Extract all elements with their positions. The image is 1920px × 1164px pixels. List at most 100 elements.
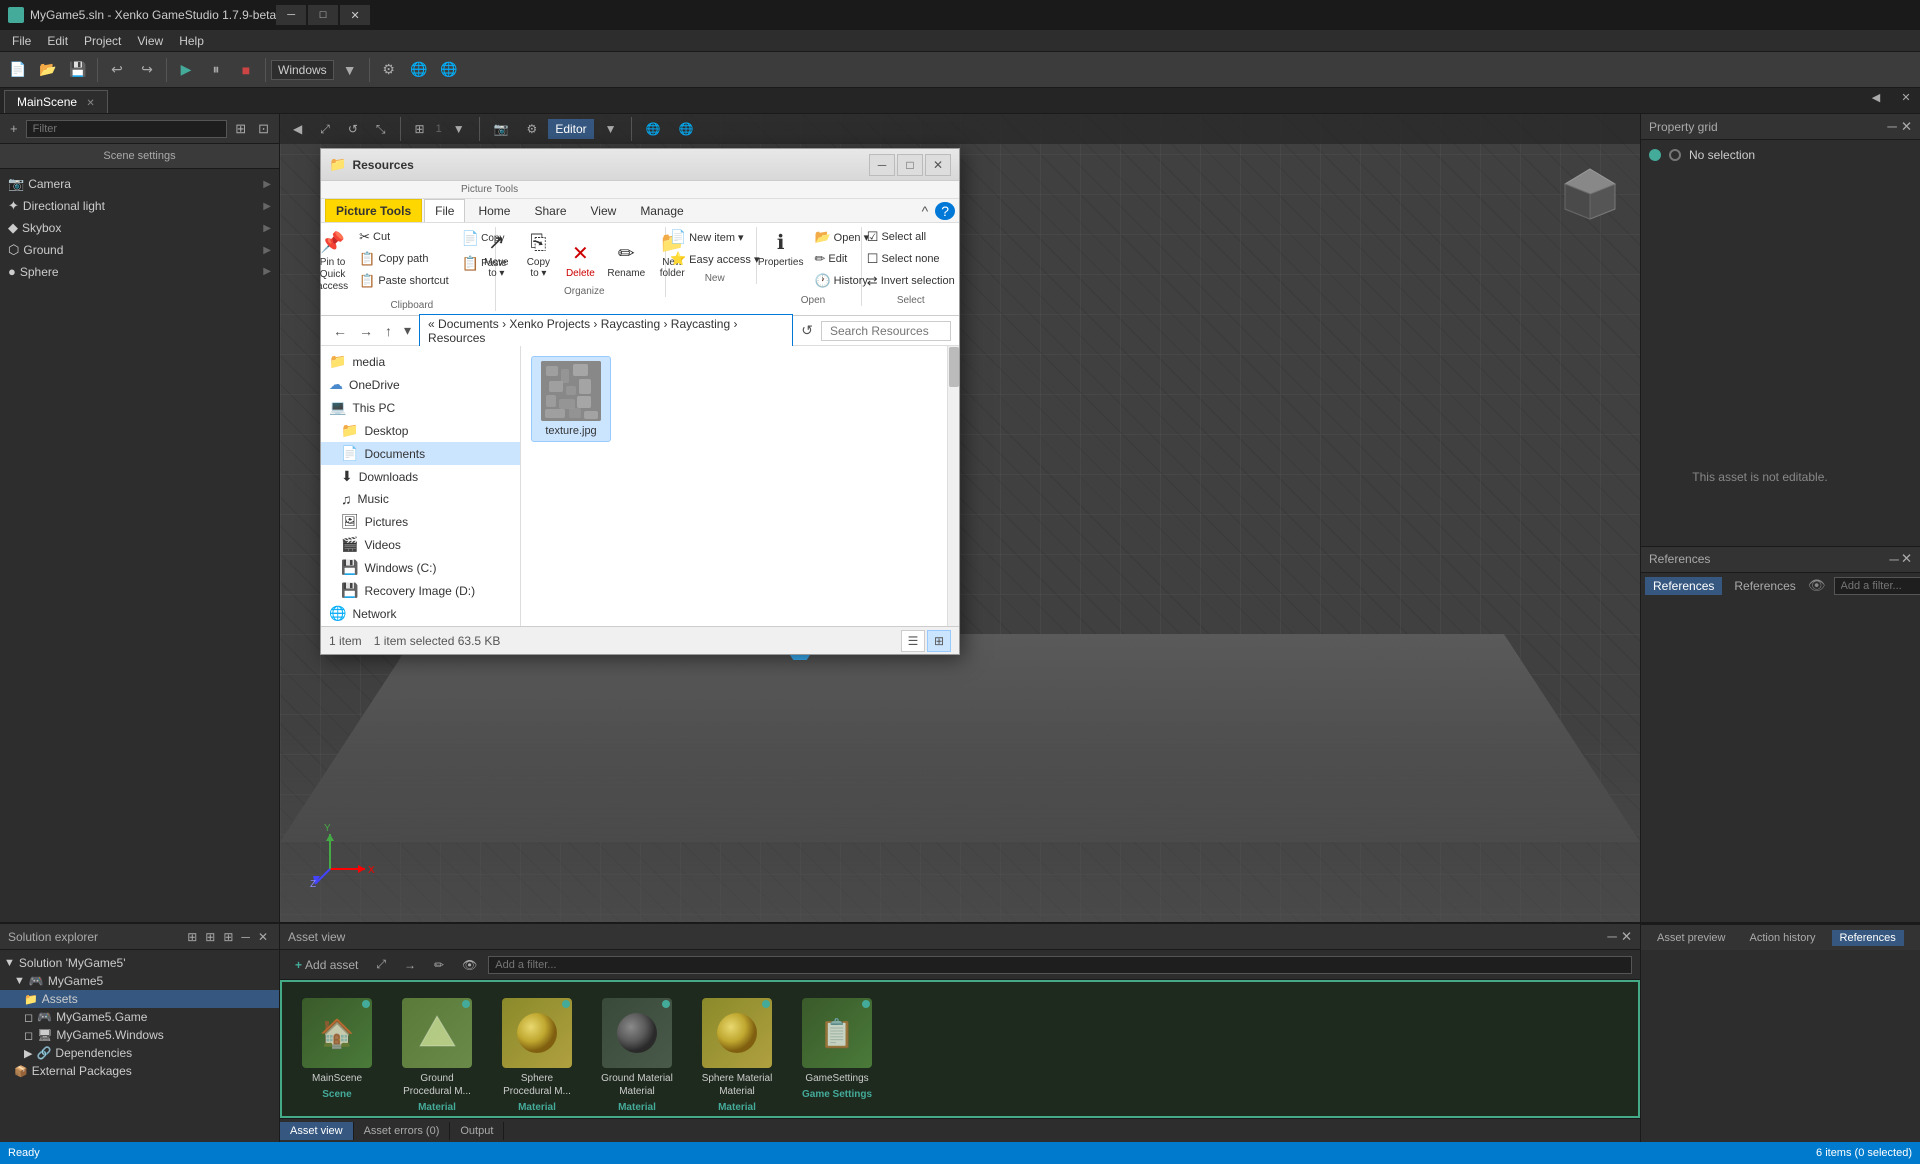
prop-grid-minimize[interactable]: ─ [1887, 119, 1896, 135]
add-asset-button[interactable]: + Add asset [288, 955, 365, 975]
ribbon-rename[interactable]: ✏ Rename [602, 238, 650, 282]
sol-item-game[interactable]: ◻ 🎮 MyGame5.Game [0, 1008, 279, 1026]
ribbon-tab-view[interactable]: View [580, 199, 628, 222]
radio-unselected[interactable] [1669, 149, 1681, 161]
asset-filter-input[interactable] [488, 956, 1632, 974]
addr-path[interactable]: « Documents › Xenko Projects › Raycastin… [419, 314, 793, 348]
fd-tree-winc[interactable]: 💾 Windows (C:) [321, 556, 520, 579]
ap-tab-preview[interactable]: Asset preview [1649, 930, 1733, 946]
asset-arrow-btn[interactable]: → [397, 955, 423, 975]
file-item-texture[interactable]: texture.jpg [531, 356, 611, 442]
vp-globe2[interactable]: 🌐 [672, 119, 701, 139]
sol-item-assets[interactable]: 📁 Assets [0, 990, 279, 1008]
tree-item-skybox[interactable]: ◆Skybox▶ [0, 217, 279, 239]
fd-maximize[interactable]: □ [897, 154, 923, 176]
ap-tab-history[interactable]: Action history [1741, 930, 1823, 946]
asset-item-sphere-proc[interactable]: SphereProcedural M... Material [492, 992, 582, 1118]
sol-btn3[interactable]: ⊞ [220, 929, 236, 945]
addr-back[interactable]: ← [329, 321, 351, 341]
fd-tree-documents[interactable]: 📄 Documents [321, 442, 520, 465]
scene-search[interactable] [26, 120, 228, 138]
menu-edit[interactable]: Edit [39, 32, 76, 50]
toolbar-pause[interactable]: ⏸ [202, 56, 230, 84]
menu-help[interactable]: Help [171, 32, 212, 50]
toolbar-platform-dropdown[interactable]: ▼ [336, 56, 364, 84]
toolbar-globe1[interactable]: 🌐 [405, 56, 433, 84]
toolbar-new[interactable]: 📄 [4, 56, 32, 84]
toolbar-open[interactable]: 📂 [34, 56, 62, 84]
tree-item-sphere[interactable]: ●Sphere▶ [0, 261, 279, 282]
tabs-expand[interactable]: ◀ [1862, 83, 1890, 111]
scene-filter2[interactable]: ⊡ [254, 119, 273, 139]
sol-item-ext[interactable]: 📦 External Packages [0, 1062, 279, 1080]
fd-scrollbar[interactable] [947, 346, 959, 626]
ribbon-select-none[interactable]: ☐Select none [863, 249, 959, 269]
asset-item-mainscene[interactable]: 🏠 MainScene Scene [292, 992, 382, 1106]
ribbon-copy-to[interactable]: ⎘ Copyto ▾ [518, 229, 558, 282]
vp-rotate[interactable]: ↺ [341, 119, 365, 139]
tabs-close[interactable]: ✕ [1892, 83, 1920, 111]
addr-recent[interactable]: ▾ [400, 320, 415, 341]
scene-add[interactable]: + [6, 119, 22, 138]
asset-tab-view[interactable]: Asset view [280, 1122, 354, 1140]
vp-mode-dropdown[interactable]: ▼ [598, 119, 624, 139]
menu-project[interactable]: Project [76, 32, 129, 50]
maximize-button[interactable]: □ [308, 5, 338, 25]
refs-minimize[interactable]: ─ [1889, 551, 1898, 567]
fd-scroll-thumb[interactable] [949, 347, 959, 387]
ribbon-tab-manage[interactable]: Manage [629, 199, 694, 222]
ribbon-delete[interactable]: ✕ Delete [560, 238, 600, 282]
ribbon-cut[interactable]: ✂Cut [355, 227, 453, 247]
sol-btn1[interactable]: ⊞ [184, 929, 200, 945]
minimize-button[interactable]: ─ [276, 5, 306, 25]
fd-tree-videos[interactable]: 🎬 Videos [321, 533, 520, 556]
fd-tree-network[interactable]: 🌐 Network [321, 602, 520, 625]
fd-close[interactable]: ✕ [925, 154, 951, 176]
refs-filter[interactable] [1834, 577, 1920, 595]
vp-back[interactable]: ◀ [286, 119, 309, 139]
addr-refresh[interactable]: ↺ [797, 320, 817, 341]
ribbon-easy-access[interactable]: ⭐Easy access ▾ [666, 249, 764, 269]
vp-num-dropdown[interactable]: ▼ [446, 119, 472, 139]
fd-view-details[interactable]: ☰ [901, 630, 925, 652]
fd-tree-recovery[interactable]: 💾 Recovery Image (D:) [321, 579, 520, 602]
vp-globe1[interactable]: 🌐 [639, 119, 668, 139]
ribbon-pin[interactable]: 📌 Pin to Quickaccess [312, 227, 353, 296]
fd-tree-thispc[interactable]: 💻 This PC [321, 396, 520, 419]
asset-close[interactable]: ✕ [1621, 929, 1632, 945]
fd-minimize[interactable]: ─ [869, 154, 895, 176]
fd-tree-pictures[interactable]: 🖼 Pictures [321, 510, 520, 533]
toolbar-undo[interactable]: ↩ [103, 56, 131, 84]
vp-cam[interactable]: 📷 [487, 119, 516, 139]
asset-tab-output[interactable]: Output [450, 1122, 504, 1140]
tree-item-light[interactable]: ✦Directional light▶ [0, 195, 279, 217]
vp-mode[interactable]: Editor [548, 119, 593, 139]
sol-item-mygame5[interactable]: ▼ 🎮 MyGame5 [0, 972, 279, 990]
fd-tree-desktop[interactable]: 📁 Desktop [321, 419, 520, 442]
tab-mainscene[interactable]: MainScene ✕ [4, 90, 108, 113]
ribbon-new-item[interactable]: 📄New item ▾ [666, 227, 764, 247]
vp-move[interactable]: ⤢ [313, 119, 337, 140]
vp-settings[interactable]: ⚙ [520, 119, 545, 139]
ribbon-tab-share[interactable]: Share [523, 199, 577, 222]
close-button[interactable]: ✕ [340, 5, 370, 25]
ribbon-tab-file[interactable]: File [424, 199, 465, 222]
asset-eye-btn[interactable]: 👁 [455, 955, 484, 975]
refs-eye[interactable]: 👁 [1808, 577, 1826, 594]
vp-snap-toggle[interactable]: ⊞ [408, 119, 432, 139]
toolbar-redo[interactable]: ↪ [133, 56, 161, 84]
fd-tree-music[interactable]: ♫ Music [321, 488, 520, 510]
sol-btn2[interactable]: ⊞ [202, 929, 218, 945]
refs-close[interactable]: ✕ [1901, 551, 1912, 567]
asset-item-ground-proc[interactable]: GroundProcedural M... Material [392, 992, 482, 1118]
scene-filter1[interactable]: ⊞ [231, 119, 250, 139]
vp-scale[interactable]: ⤡ [369, 119, 393, 140]
tab-close[interactable]: ✕ [86, 98, 94, 109]
addr-forward[interactable]: → [355, 321, 377, 341]
sol-item-windows[interactable]: ◻ 🖥 MyGame5.Windows [0, 1026, 279, 1044]
ribbon-move-to[interactable]: ↗ Moveto ▾ [476, 227, 516, 282]
ribbon-invert[interactable]: ⇄Invert selection [863, 271, 959, 291]
ribbon-collapse[interactable]: ^ [917, 202, 934, 220]
tree-item-ground[interactable]: ⬡Ground▶ [0, 239, 279, 261]
sol-item-deps[interactable]: ▶ 🔗 Dependencies [0, 1044, 279, 1062]
